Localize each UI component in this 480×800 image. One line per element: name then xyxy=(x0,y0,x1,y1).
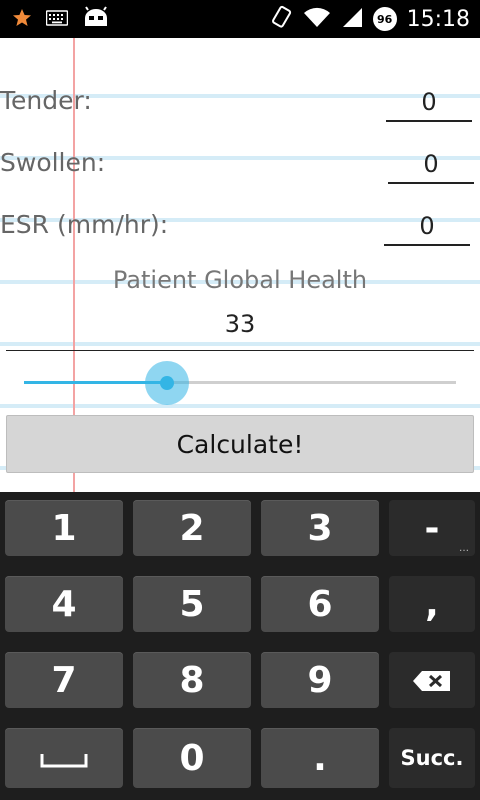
android-icon xyxy=(82,6,110,34)
numeric-keyboard: 1 2 3 - … 4 5 6 , 7 8 9 0 . Succ. xyxy=(0,492,480,800)
key-dot[interactable]: . xyxy=(261,728,379,788)
star-icon xyxy=(12,8,32,32)
backspace-key[interactable] xyxy=(389,652,475,708)
space-key[interactable] xyxy=(5,728,123,788)
slider-thumb[interactable] xyxy=(159,376,174,390)
esr-input[interactable]: 0 xyxy=(384,208,470,246)
key-9[interactable]: 9 xyxy=(261,652,379,708)
rotate-icon xyxy=(271,5,293,33)
key-dash[interactable]: - … xyxy=(389,500,475,556)
patient-global-health-title: Patient Global Health xyxy=(112,266,368,294)
key-dash-label: - xyxy=(424,507,440,549)
global-health-value-field[interactable]: 33 xyxy=(6,306,474,351)
key-1[interactable]: 1 xyxy=(5,500,123,556)
key-0[interactable]: 0 xyxy=(133,728,251,788)
clock: 15:18 xyxy=(406,6,470,32)
signal-icon xyxy=(341,6,363,32)
key-2[interactable]: 2 xyxy=(133,500,251,556)
keyboard-icon xyxy=(45,10,69,30)
key-7[interactable]: 7 xyxy=(5,652,123,708)
tender-input[interactable]: 0 xyxy=(386,84,472,122)
key-4[interactable]: 4 xyxy=(5,576,123,632)
wifi-icon xyxy=(303,6,331,32)
swollen-input[interactable]: 0 xyxy=(388,146,474,184)
battery-badge: 96 xyxy=(372,7,397,31)
key-5[interactable]: 5 xyxy=(133,576,251,632)
more-keys-indicator: … xyxy=(459,543,469,554)
app-content: Tender: 0 Swollen: 0 ESR (mm/hr): 0 Pati… xyxy=(0,38,480,492)
swollen-label: Swollen: xyxy=(0,148,106,177)
tender-label: Tender: xyxy=(0,86,92,115)
key-8[interactable]: 8 xyxy=(133,652,251,708)
global-health-slider[interactable] xyxy=(24,361,456,405)
key-3[interactable]: 3 xyxy=(261,500,379,556)
key-comma[interactable]: , xyxy=(389,576,475,632)
esr-label: ESR (mm/hr): xyxy=(0,210,169,239)
key-6[interactable]: 6 xyxy=(261,576,379,632)
calculate-button[interactable]: Calculate! xyxy=(6,415,474,473)
space-icon xyxy=(40,738,88,779)
backspace-icon xyxy=(412,660,452,701)
status-bar: 96 15:18 xyxy=(0,0,480,38)
next-key[interactable]: Succ. xyxy=(389,728,475,788)
